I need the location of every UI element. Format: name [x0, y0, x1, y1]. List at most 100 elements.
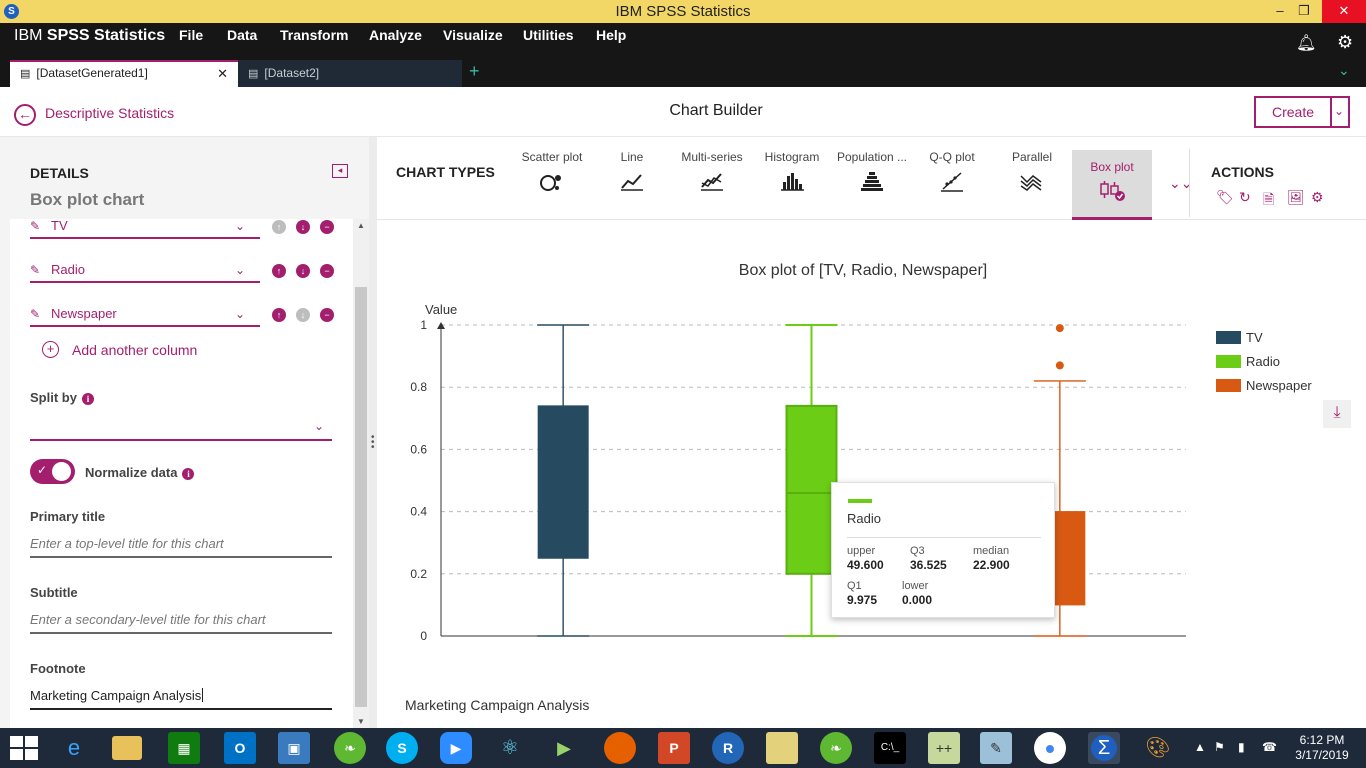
tray-expand-icon[interactable]: ▲: [1194, 740, 1206, 754]
column-label: Newspaper: [51, 306, 117, 321]
chart-type-box-plot[interactable]: Box plot: [1072, 150, 1152, 220]
normalize-toggle[interactable]: ✓: [30, 459, 75, 484]
create-button-label: Create: [1271, 104, 1315, 120]
chrome-icon[interactable]: [1034, 732, 1066, 764]
chart-type-population[interactable]: Population ...: [832, 150, 912, 220]
sticky-notes-icon[interactable]: [766, 732, 798, 764]
settings-icon[interactable]: ⚙: [1311, 189, 1324, 206]
primary-title-input[interactable]: Enter a top-level title for this chart: [30, 532, 332, 558]
chart-type-multi-series[interactable]: Multi-series: [672, 150, 752, 220]
move-down-icon[interactable]: ↓: [296, 220, 310, 234]
atom-icon[interactable]: ⚛: [494, 732, 526, 764]
move-up-icon[interactable]: ↑: [272, 308, 286, 322]
drag-handle-icon[interactable]: • • •: [371, 433, 375, 453]
column-select-radio[interactable]: ✎ Radio ⌄: [30, 257, 260, 283]
notification-bell-icon[interactable]: 🔔︎: [1296, 33, 1316, 53]
remove-icon[interactable]: −: [320, 264, 334, 278]
chart-type-histogram[interactable]: Histogram: [752, 150, 832, 220]
maximize-button[interactable]: ❐: [1289, 0, 1319, 23]
move-down-icon[interactable]: ↓: [296, 308, 310, 322]
normalize-label: Normalize data i: [85, 465, 195, 480]
image-file-icon[interactable]: 🖼︎: [1287, 189, 1305, 206]
info-icon[interactable]: i: [182, 468, 195, 480]
chart-type-qq-plot[interactable]: Q-Q plot: [912, 150, 992, 220]
details-scrollbar[interactable]: ▲ ▼: [353, 219, 369, 728]
move-down-icon[interactable]: ↓: [296, 264, 310, 278]
split-by-select[interactable]: ⌄: [30, 411, 332, 441]
brand-ibm: IBM: [14, 27, 47, 44]
scroll-up-icon[interactable]: ▲: [357, 221, 365, 230]
windows-start-icon[interactable]: [10, 736, 38, 760]
remove-icon[interactable]: −: [320, 308, 334, 322]
chevron-down-icon[interactable]: ⌄: [1338, 62, 1350, 79]
chevron-down-icon[interactable]: ⌄: [1334, 104, 1344, 118]
menu-data[interactable]: Data: [227, 27, 257, 43]
dataset-tab-inactive[interactable]: ▤ [Dataset2]: [238, 60, 462, 87]
powerpoint-icon[interactable]: P: [658, 732, 690, 764]
menu-visualize[interactable]: Visualize: [443, 27, 503, 43]
column-row-tv: ✎ TV ⌄ ↑ ↓ −: [30, 219, 334, 243]
menu-transform[interactable]: Transform: [280, 27, 348, 43]
menu-file[interactable]: File: [179, 27, 203, 43]
close-tab-icon[interactable]: ✕: [217, 62, 228, 85]
flag-icon[interactable]: ⚑: [1214, 740, 1225, 754]
dataset-tab-active[interactable]: ▤ [DatasetGenerated1] ✕: [10, 60, 238, 87]
scrollbar-thumb[interactable]: [355, 287, 367, 707]
battery-icon[interactable]: ▮: [1238, 740, 1245, 754]
footnote-input[interactable]: Marketing Campaign Analysis: [30, 684, 332, 710]
population-pyramid-icon: [861, 172, 883, 191]
scroll-down-icon[interactable]: ▼: [357, 717, 365, 726]
menu-utilities[interactable]: Utilities: [523, 27, 574, 43]
notepad-icon[interactable]: ✎: [980, 732, 1012, 764]
skype-icon[interactable]: S: [386, 732, 418, 764]
zoom-icon[interactable]: ▶: [440, 732, 472, 764]
remove-icon[interactable]: −: [320, 220, 334, 234]
chevron-down-icon: ⌄: [235, 219, 246, 233]
collapse-panel-icon[interactable]: ◂: [332, 164, 348, 178]
column-label: Radio: [51, 262, 85, 277]
network-tray-icon[interactable]: ☎: [1262, 740, 1277, 754]
clock-time: 6:12 PM: [1299, 733, 1345, 747]
network-icon[interactable]: ▣: [278, 732, 310, 764]
file-explorer-icon[interactable]: [112, 736, 142, 760]
tag-icon[interactable]: 🏷︎: [1216, 189, 1234, 206]
paint-icon[interactable]: 🎨︎: [1142, 732, 1174, 764]
chart-type-parallel[interactable]: Parallel: [992, 150, 1072, 220]
r-app-icon[interactable]: R: [712, 732, 744, 764]
tooltip-divider: [847, 537, 1041, 538]
column-select-tv[interactable]: ✎ TV ⌄: [30, 219, 260, 239]
column-select-newspaper[interactable]: ✎ Newspaper ⌄: [30, 301, 260, 327]
notepad-plus-icon[interactable]: ++: [928, 732, 960, 764]
panel-splitter[interactable]: • • •: [369, 137, 377, 728]
chart-types-heading: CHART TYPES: [396, 164, 495, 180]
internet-explorer-icon[interactable]: e: [58, 732, 90, 764]
leaf-app-icon[interactable]: ❧: [334, 732, 366, 764]
settings-gear-icon[interactable]: ⚙: [1337, 32, 1353, 53]
menu-analyze[interactable]: Analyze: [369, 27, 422, 43]
info-icon[interactable]: i: [81, 393, 94, 405]
firefox-icon[interactable]: [604, 732, 636, 764]
menu-help[interactable]: Help: [596, 27, 626, 43]
scatter-plot-icon: [540, 175, 561, 191]
system-clock[interactable]: 6:12 PM 3/17/2019: [1282, 733, 1362, 763]
store-icon[interactable]: ▦: [168, 732, 200, 764]
media-player-icon[interactable]: ▶: [548, 732, 580, 764]
move-up-icon[interactable]: ↑: [272, 220, 286, 234]
move-up-icon[interactable]: ↑: [272, 264, 286, 278]
spss-taskbar-icon[interactable]: Σ: [1088, 732, 1120, 764]
chart-type-scatter[interactable]: Scatter plot: [512, 150, 592, 220]
code-file-icon[interactable]: 🗎︎: [1263, 189, 1274, 213]
details-body: ✎ TV ⌄ ↑ ↓ − ✎ Radio ⌄ ↑ ↓ − ✎ Newspaper…: [10, 219, 353, 728]
create-button[interactable]: Create ⌄: [1254, 96, 1350, 128]
refresh-icon[interactable]: ↻: [1239, 189, 1251, 206]
close-button[interactable]: ✕: [1322, 0, 1366, 23]
add-tab-button[interactable]: +: [469, 61, 480, 82]
legend: TV Radio Newspaper: [1216, 330, 1312, 393]
spring-app-icon[interactable]: ❧: [820, 732, 852, 764]
command-prompt-icon[interactable]: C:\_: [874, 732, 906, 764]
subtitle-input[interactable]: Enter a secondary-level title for this c…: [30, 608, 332, 634]
outlook-icon[interactable]: O: [224, 732, 256, 764]
footnote-label: Footnote: [30, 661, 86, 676]
download-icon[interactable]: ⤓: [1323, 400, 1351, 428]
chart-type-line[interactable]: Line: [592, 150, 672, 220]
